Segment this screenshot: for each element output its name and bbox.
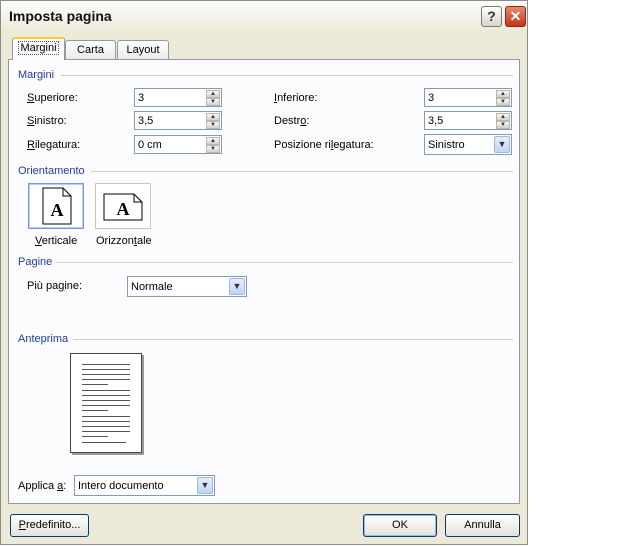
preview-line: [82, 379, 130, 380]
spin-down-icon[interactable]: ▼: [206, 145, 220, 153]
applica-a-value: Intero documento: [78, 480, 164, 492]
chevron-down-icon[interactable]: ▼: [229, 278, 245, 295]
preview-line: [82, 395, 130, 396]
close-icon: ✕: [509, 8, 522, 24]
landscape-page-icon: A: [103, 193, 143, 221]
preview-line: [82, 374, 130, 375]
piu-pagine-select[interactable]: Normale ▼: [127, 276, 247, 297]
preview-line: [82, 369, 130, 370]
tab-label: Layout: [126, 44, 160, 56]
group-divider: [56, 262, 513, 263]
destro-label: Destro:: [274, 115, 310, 127]
chevron-down-icon[interactable]: ▼: [494, 136, 510, 153]
svg-text:A: A: [51, 200, 64, 220]
pagine-group-label: Pagine: [18, 256, 53, 268]
portrait-page-icon: A: [42, 187, 72, 225]
svg-text:A: A: [117, 199, 130, 219]
sinistro-value: 3,5: [138, 115, 154, 127]
spin-down-icon[interactable]: ▼: [496, 121, 510, 129]
predefinito-button[interactable]: Predefinito...: [10, 514, 89, 537]
sinistro-spinbox[interactable]: 3,5 ▲ ▼: [134, 111, 222, 130]
chevron-down-icon[interactable]: ▼: [197, 477, 213, 494]
inferiore-spinbox[interactable]: 3 ▲ ▼: [424, 88, 512, 107]
piu-pagine-label: Più pagine:: [27, 280, 83, 292]
group-divider: [73, 339, 513, 340]
preview-line: [82, 421, 130, 422]
preview-line: [82, 410, 108, 411]
spin-up-icon[interactable]: ▲: [496, 90, 510, 98]
orientamento-group-label: Orientamento: [18, 165, 85, 177]
spin-up-icon[interactable]: ▲: [496, 113, 510, 121]
verticale-label: Verticale: [35, 235, 78, 247]
preview-line: [82, 364, 130, 365]
page-preview: [70, 353, 142, 453]
rilegatura-value: 0 cm: [138, 139, 162, 151]
preview-line: [82, 390, 130, 391]
preview-line: [82, 442, 126, 443]
preview-line: [82, 431, 130, 432]
inferiore-label: Inferiore:: [274, 92, 318, 104]
superiore-label: Superiore:: [27, 92, 78, 104]
tab-carta[interactable]: Carta: [65, 40, 116, 59]
posizione-rilegatura-label: Posizione rilegatura:: [274, 139, 374, 151]
anteprima-group-label: Anteprima: [18, 333, 69, 345]
margini-group-label: Margini: [18, 69, 55, 81]
piu-pagine-value: Normale: [131, 281, 173, 293]
orizzontale-label: Orizzontale: [96, 235, 152, 247]
preview-line: [82, 405, 130, 406]
page-setup-dialog: Imposta pagina ? ✕ Margini Carta Layout …: [0, 0, 528, 545]
preview-line: [82, 416, 130, 417]
spin-down-icon[interactable]: ▼: [496, 98, 510, 106]
window-title: Imposta pagina: [9, 8, 112, 24]
applica-a-select[interactable]: Intero documento ▼: [74, 475, 215, 496]
superiore-value: 3: [138, 92, 145, 104]
spin-down-icon[interactable]: ▼: [206, 98, 220, 106]
spin-up-icon[interactable]: ▲: [206, 90, 220, 98]
close-button[interactable]: ✕: [505, 6, 526, 27]
orientation-landscape-button[interactable]: A: [95, 183, 151, 229]
destro-spinbox[interactable]: 3,5 ▲ ▼: [424, 111, 512, 130]
superiore-spinbox[interactable]: 3 ▲ ▼: [134, 88, 222, 107]
group-divider: [91, 171, 513, 172]
group-divider: [61, 75, 513, 76]
rilegatura-spinbox[interactable]: 0 cm ▲ ▼: [134, 135, 222, 154]
spin-down-icon[interactable]: ▼: [206, 121, 220, 129]
orientation-portrait-button[interactable]: A: [28, 183, 84, 229]
title-bar: Imposta pagina ? ✕: [1, 1, 527, 33]
preview-line: [82, 426, 130, 427]
spin-up-icon[interactable]: ▲: [206, 137, 220, 145]
preview-line: [82, 400, 130, 401]
preview-line: [82, 384, 108, 385]
applica-label: Applica a:: [18, 480, 67, 492]
inferiore-value: 3: [428, 92, 435, 104]
posizione-rilegatura-value: Sinistro: [428, 139, 465, 151]
help-icon: ?: [487, 8, 496, 24]
sinistro-label: Sinistro:: [27, 115, 67, 127]
tab-layout[interactable]: Layout: [117, 40, 169, 59]
ok-button[interactable]: OK: [363, 514, 437, 537]
tab-margini[interactable]: Margini: [12, 37, 65, 60]
annulla-button[interactable]: Annulla: [445, 514, 520, 537]
tab-label: Carta: [77, 44, 104, 56]
destro-value: 3,5: [428, 115, 444, 127]
rilegatura-label: Rilegatura:: [27, 139, 81, 151]
tab-label: Margini: [18, 41, 59, 55]
posizione-rilegatura-select[interactable]: Sinistro ▼: [424, 134, 512, 155]
preview-line: [82, 436, 108, 437]
spin-up-icon[interactable]: ▲: [206, 113, 220, 121]
help-button[interactable]: ?: [481, 6, 502, 27]
